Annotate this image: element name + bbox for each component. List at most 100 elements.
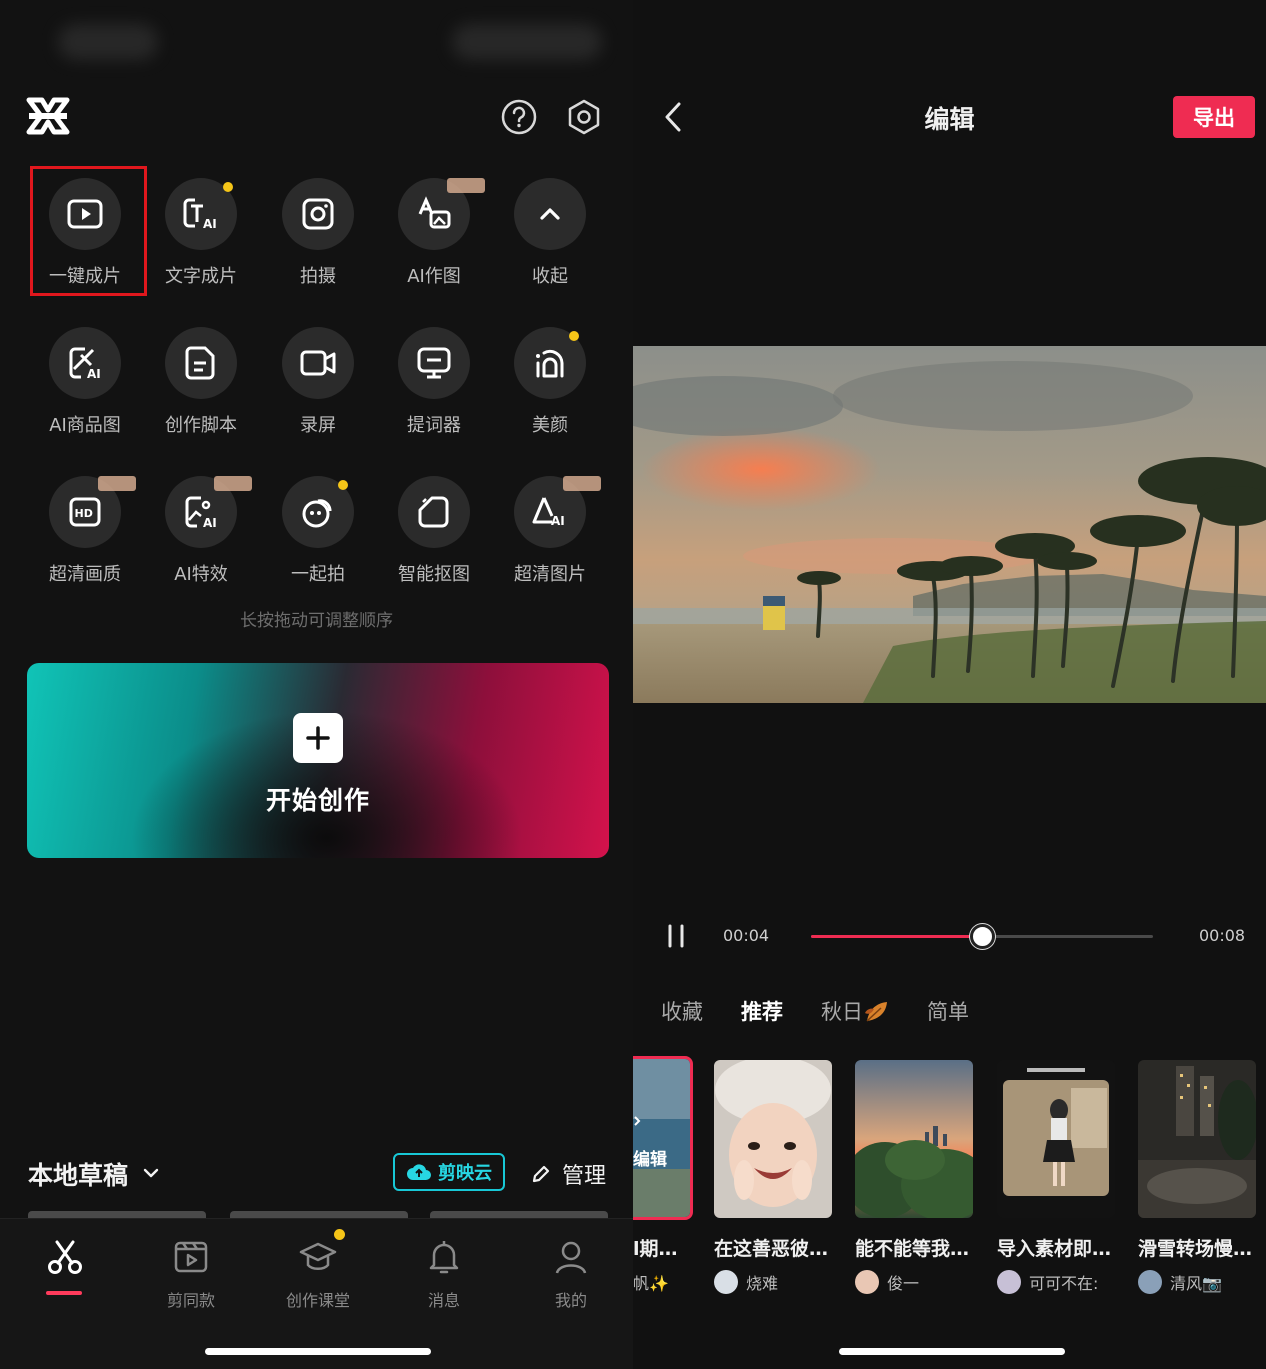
tab-recommended[interactable]: 推荐 xyxy=(741,996,783,1026)
tool-label: 文字成片 xyxy=(165,266,237,287)
tool-label: 智能抠图 xyxy=(398,564,470,585)
help-icon[interactable] xyxy=(500,98,538,136)
settings-icon[interactable] xyxy=(565,98,603,136)
user-icon xyxy=(555,1241,587,1274)
tab-profile[interactable]: 我的 xyxy=(516,1237,626,1311)
tool-label: 提词器 xyxy=(407,415,461,436)
template-card[interactable]: 导入素材即… 可可不在: xyxy=(997,1060,1115,1294)
manage-button[interactable]: 管理 xyxy=(530,1158,606,1190)
screen-record-icon xyxy=(282,327,354,399)
svg-text:AI: AI xyxy=(203,217,217,231)
current-time: 00:04 xyxy=(723,926,770,945)
tool-script[interactable]: 创作脚本 xyxy=(146,327,256,457)
tool-screen-record[interactable]: 录屏 xyxy=(263,327,373,457)
cloud-upload-icon xyxy=(407,1164,431,1180)
template-title: 在这善恶彼… xyxy=(714,1238,829,1260)
avatar xyxy=(1138,1270,1162,1294)
tab-label: 剪同款 xyxy=(166,1291,215,1310)
svg-text:AI: AI xyxy=(551,514,565,528)
tab-autumn[interactable]: 秋日 xyxy=(821,996,889,1026)
tab-edit[interactable] xyxy=(10,1237,120,1281)
tool-hd-image[interactable]: AI 超清图片 xyxy=(495,476,605,606)
template-author: 可可不在: xyxy=(997,1270,1098,1294)
new-badge-dot xyxy=(569,331,579,341)
template-card[interactable]: 滑雪转场慢… 清风📷 xyxy=(1138,1060,1256,1294)
tab-templates[interactable]: 剪同款 xyxy=(136,1237,246,1311)
teleprompter-icon xyxy=(398,327,470,399)
autumn-leaf-icon xyxy=(865,1002,887,1022)
template-card[interactable]: 在这善恶彼… 烧难 xyxy=(714,1060,832,1294)
template-author: 俊一 xyxy=(855,1270,919,1294)
status-bar-time xyxy=(58,24,158,60)
template-thumbnail xyxy=(855,1060,973,1218)
tool-label: 拍摄 xyxy=(300,266,336,287)
cloud-label: 剪映云 xyxy=(438,1163,492,1184)
graduation-cap-icon xyxy=(299,1242,337,1270)
avatar xyxy=(997,1270,1021,1294)
plus-icon xyxy=(293,713,343,763)
avatar xyxy=(855,1270,879,1294)
reorder-hint: 长按拖动可调整顺序 xyxy=(240,611,393,631)
tool-label: 录屏 xyxy=(300,415,336,436)
video-preview[interactable] xyxy=(633,346,1266,703)
template-thumbnail xyxy=(997,1060,1115,1218)
tool-shoot-together[interactable]: 一起拍 xyxy=(263,476,373,606)
chevron-down-icon[interactable] xyxy=(142,1164,160,1182)
pencil-icon xyxy=(532,1165,550,1183)
tool-hd-quality[interactable]: HD 超清画质 xyxy=(30,476,140,606)
start-creating-button[interactable]: 开始创作 xyxy=(27,663,609,858)
feature-tag xyxy=(447,178,485,193)
tool-ai-effect[interactable]: AI AI特效 xyxy=(146,476,256,606)
home-indicator xyxy=(205,1348,431,1355)
tool-ai-image[interactable]: AI作图 xyxy=(379,178,489,308)
tool-label: 一起拍 xyxy=(291,564,345,585)
pause-icon[interactable] xyxy=(665,924,687,948)
export-button[interactable]: 导出 xyxy=(1173,96,1255,138)
tab-favorites[interactable]: 收藏 xyxy=(661,996,703,1026)
new-badge-dot xyxy=(223,182,233,192)
tab-messages[interactable]: 消息 xyxy=(389,1237,499,1311)
start-creating-label: 开始创作 xyxy=(265,786,370,815)
tool-text-to-video[interactable]: AI 文字成片 xyxy=(146,178,256,308)
author-name: 烧难 xyxy=(746,1274,779,1293)
template-thumbnail xyxy=(1138,1060,1256,1218)
svg-text:HD: HD xyxy=(75,507,93,520)
playback-slider[interactable] xyxy=(811,924,1153,949)
playback-knob[interactable] xyxy=(970,924,995,949)
template-thumbnail xyxy=(714,1060,832,1218)
tool-label: 美颜 xyxy=(532,415,568,436)
author-name: 俊一 xyxy=(887,1274,920,1293)
local-drafts-title[interactable]: 本地草稿 xyxy=(28,1156,128,1192)
new-badge-dot xyxy=(338,480,348,490)
tool-ai-product[interactable]: AI AI商品图 xyxy=(30,327,140,457)
feature-tag xyxy=(214,476,252,491)
template-title: 导入素材即… xyxy=(997,1238,1112,1260)
tool-shoot[interactable]: 拍摄 xyxy=(263,178,373,308)
bell-icon xyxy=(429,1241,459,1274)
tool-beauty[interactable]: 美颜 xyxy=(495,327,605,457)
template-category-tabs: 收藏 推荐 秋日 简单 xyxy=(661,996,969,1026)
tool-teleprompter[interactable]: 提词器 xyxy=(379,327,489,457)
template-card-selected[interactable]: 编辑 xyxy=(633,1056,693,1220)
camera-icon xyxy=(282,178,354,250)
tool-label: AI作图 xyxy=(407,266,461,287)
template-author: 清风📷 xyxy=(1138,1270,1222,1294)
home-screen: 一键成片 AI 文字成片 拍摄 AI作图 收起 AI AI商品图 创作脚本 录屏… xyxy=(0,0,633,1369)
editor-screen: 编辑 导出 00:04 00:08 收藏 推荐 秋日 简单 编辑 l期… 帆✨ … xyxy=(633,0,1266,1369)
avatar xyxy=(714,1270,738,1294)
template-card[interactable]: 能不能等我… 俊一 xyxy=(855,1060,973,1294)
tab-classroom[interactable]: 创作课堂 xyxy=(263,1237,373,1311)
tool-smart-cutout[interactable]: 智能抠图 xyxy=(379,476,489,606)
cloud-button[interactable]: 剪映云 xyxy=(393,1153,505,1191)
feature-tag xyxy=(98,476,136,491)
template-author: 帆✨ xyxy=(633,1274,669,1293)
cutout-icon xyxy=(398,476,470,548)
tool-label: 超清图片 xyxy=(514,564,586,585)
tool-collapse[interactable]: 收起 xyxy=(495,178,605,308)
tab-simple[interactable]: 简单 xyxy=(927,996,969,1026)
template-icon xyxy=(174,1241,208,1273)
svg-text:AI: AI xyxy=(87,367,101,381)
chevron-up-icon xyxy=(514,178,586,250)
highlight-box xyxy=(30,166,147,296)
status-bar-indicators xyxy=(452,24,602,60)
